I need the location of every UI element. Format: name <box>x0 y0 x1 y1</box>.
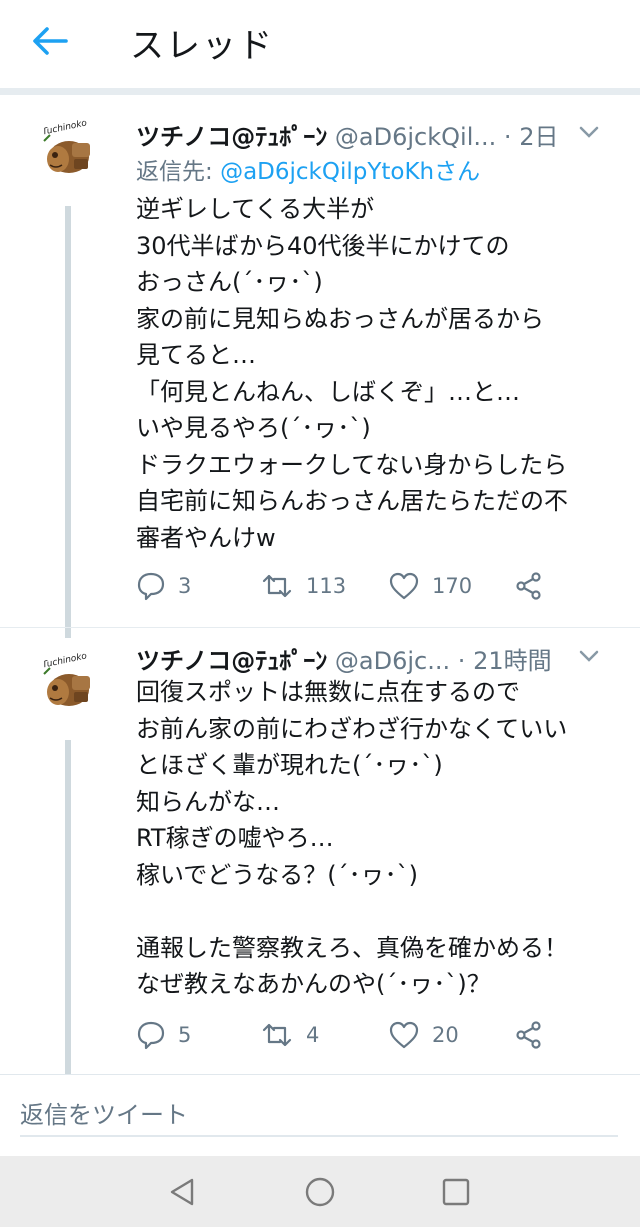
heart-icon <box>389 572 419 600</box>
nav-back-button[interactable] <box>164 1174 200 1210</box>
separator-dot: · <box>457 647 466 675</box>
heart-icon <box>389 1021 419 1049</box>
share-icon <box>516 1021 541 1049</box>
speech-bubble-icon <box>137 1021 165 1050</box>
like-button[interactable]: 20 <box>388 1018 459 1052</box>
author-name[interactable]: ツチノコ@ﾃｭﾎﾟｰﾝ <box>136 123 327 151</box>
tweet-actions: 3 113 170 <box>136 569 616 603</box>
back-button[interactable] <box>30 26 70 56</box>
tweet-time[interactable]: 2日 <box>519 123 558 151</box>
tweet-header: ツチノコ@ﾃｭﾎﾟｰﾝ @aD6jc... · 21時間 <box>136 641 620 675</box>
like-count: 20 <box>432 1023 459 1047</box>
chevron-down-icon[interactable] <box>576 121 602 143</box>
chevron-down-icon[interactable] <box>576 645 602 667</box>
retweet-button[interactable]: 4 <box>260 1018 319 1052</box>
share-button[interactable] <box>514 569 556 603</box>
avatar[interactable]: Tuchinoko <box>36 117 102 183</box>
system-navigation-bar <box>0 1156 640 1227</box>
tweet-actions: 5 4 20 <box>136 1018 616 1052</box>
share-icon <box>516 572 541 600</box>
author-handle[interactable]: @aD6jc... <box>335 647 450 675</box>
speech-bubble-icon <box>137 572 165 601</box>
retweet-icon <box>262 574 292 598</box>
retweet-count: 113 <box>306 574 347 598</box>
tweet-text: 逆ギレしてくる大半が 30代半ばから40代後半にかけての おっさん(´･ヮ･`)… <box>136 195 568 552</box>
reply-to-mention[interactable]: @aD6jckQilpYtoKhさん <box>220 159 480 185</box>
separator-dot: · <box>503 123 512 151</box>
retweet-icon <box>262 1023 292 1047</box>
square-recents-icon <box>442 1178 470 1206</box>
retweet-count: 4 <box>306 1023 320 1047</box>
reply-count: 5 <box>178 1023 192 1047</box>
nav-home-button[interactable] <box>302 1174 338 1210</box>
like-count: 170 <box>432 574 473 598</box>
page-title: スレッド <box>130 26 274 66</box>
tweet[interactable]: Tuchinoko ツチノコ@ﾃｭﾎﾟｰﾝ @aD6jc... · 21時間 回… <box>0 628 640 1074</box>
reply-composer: 返信をツイート <box>0 1074 640 1157</box>
share-button[interactable] <box>514 1018 556 1052</box>
author-handle[interactable]: @aD6jckQil... <box>335 123 496 151</box>
reply-button[interactable]: 3 <box>136 569 191 603</box>
triangle-back-icon <box>170 1178 194 1206</box>
reply-input[interactable]: 返信をツイート <box>20 1095 618 1137</box>
tweet-time[interactable]: 21時間 <box>473 647 552 675</box>
header-divider <box>0 88 640 95</box>
avatar[interactable]: Tuchinoko <box>36 650 102 716</box>
author-name[interactable]: ツチノコ@ﾃｭﾎﾟｰﾝ <box>136 647 327 675</box>
reply-count: 3 <box>178 574 192 598</box>
top-app-bar: スレッド <box>0 0 640 89</box>
arrow-left-icon <box>33 27 68 55</box>
tweet[interactable]: Tuchinoko ツチノコ@ﾃｭﾎﾟｰﾝ @aD6jckQil... · 2日… <box>0 95 640 635</box>
reply-to: 返信先: @aD6jckQilpYtoKhさん <box>136 152 480 186</box>
reply-button[interactable]: 5 <box>136 1018 191 1052</box>
tweet-header: ツチノコ@ﾃｭﾎﾟｰﾝ @aD6jckQil... · 2日 <box>136 117 620 151</box>
reply-to-label: 返信先: <box>136 159 221 185</box>
like-button[interactable]: 170 <box>388 569 472 603</box>
tweet-text: 回復スポットは無数に点在するので お前ん家の前にわざわざ行かなくていい とほざく… <box>136 678 568 998</box>
nav-recents-button[interactable] <box>438 1174 474 1210</box>
retweet-button[interactable]: 113 <box>260 569 346 603</box>
circle-home-icon <box>305 1177 335 1207</box>
